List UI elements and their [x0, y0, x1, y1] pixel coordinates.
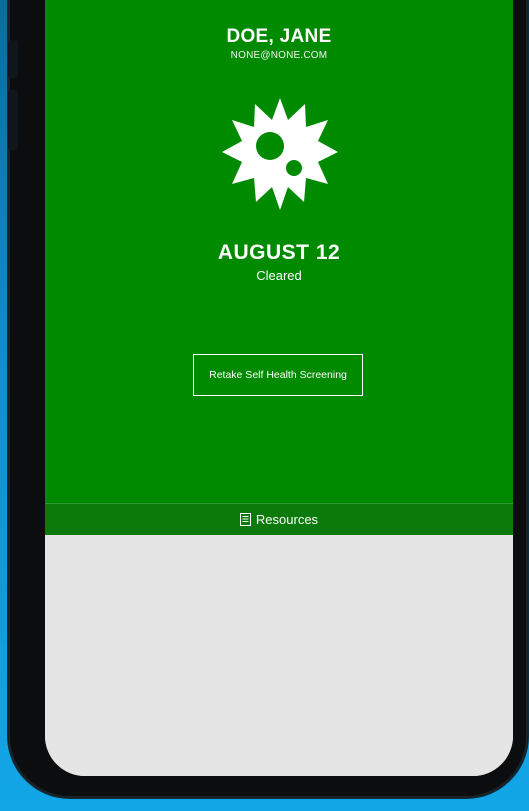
virus-icon [222, 98, 338, 210]
phone-frame: DOE, JANE NONE@NONE.COM AUGUST 12 Cleare… [8, 0, 528, 798]
document-icon [239, 513, 251, 526]
status-panel: DOE, JANE NONE@NONE.COM AUGUST 12 Cleare… [45, 0, 513, 503]
user-name: DOE, JANE [226, 26, 332, 47]
resources-label: Resources [255, 512, 319, 527]
retake-screening-button[interactable]: Retake Self Health Screening [193, 354, 363, 396]
content-area [45, 535, 513, 776]
status-label: Cleared [256, 268, 302, 283]
phone-side-button [8, 40, 18, 78]
phone-side-button [8, 90, 18, 150]
phone-screen: DOE, JANE NONE@NONE.COM AUGUST 12 Cleare… [45, 0, 513, 776]
status-date: AUGUST 12 [217, 241, 341, 264]
resources-button[interactable]: Resources [45, 503, 513, 535]
user-email: NONE@NONE.COM [230, 50, 328, 61]
